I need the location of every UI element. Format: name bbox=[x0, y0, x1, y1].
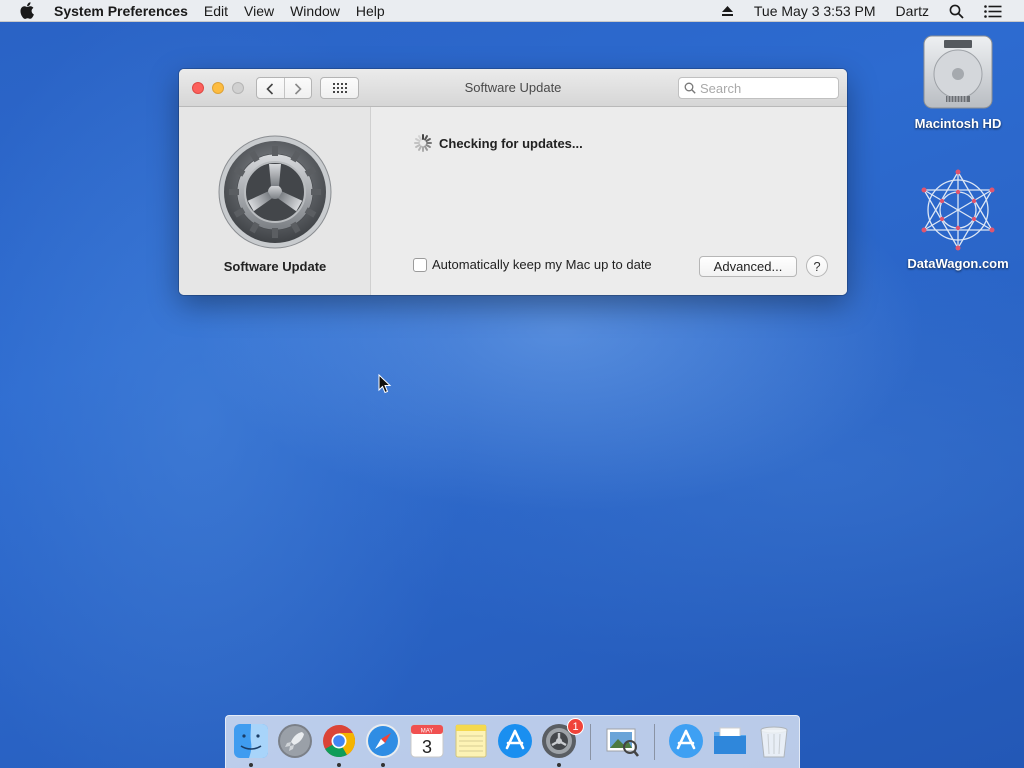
menu-edit[interactable]: Edit bbox=[196, 0, 236, 22]
window-close-button[interactable] bbox=[192, 82, 204, 94]
running-indicator bbox=[337, 763, 341, 767]
menubar-user[interactable]: Dartz bbox=[886, 0, 939, 22]
notification-badge: 1 bbox=[567, 718, 584, 735]
dock-item-documents[interactable] bbox=[711, 722, 749, 760]
forward-button[interactable] bbox=[283, 78, 311, 98]
menu-bar: System Preferences Edit View Window Help… bbox=[0, 0, 1024, 22]
software-update-window: Software Update Search Software Update C… bbox=[179, 69, 847, 295]
auto-update-checkbox[interactable] bbox=[413, 257, 427, 272]
menu-help[interactable]: Help bbox=[348, 0, 393, 22]
show-all-button[interactable] bbox=[320, 77, 359, 99]
running-indicator bbox=[249, 763, 253, 767]
auto-update-row: Automatically keep my Mac up to date bbox=[413, 257, 652, 272]
dock-item-safari[interactable] bbox=[364, 722, 402, 767]
trash-icon bbox=[760, 726, 788, 758]
dock: MAY 3 1 bbox=[225, 715, 800, 768]
mouse-cursor-icon bbox=[378, 374, 392, 394]
grid-icon bbox=[332, 83, 347, 93]
dock-item-applications[interactable] bbox=[667, 722, 705, 760]
running-indicator bbox=[381, 763, 385, 767]
apple-menu-icon[interactable] bbox=[0, 0, 54, 22]
pane-content: Checking for updates... Automatically ke… bbox=[371, 107, 847, 295]
dock-item-notes[interactable] bbox=[452, 722, 490, 760]
dock-item-calendar[interactable]: MAY 3 bbox=[408, 722, 446, 760]
search-icon bbox=[684, 82, 696, 94]
spinner-icon bbox=[414, 134, 432, 152]
dock-item-app-store[interactable] bbox=[496, 722, 534, 760]
calendar-icon: MAY 3 bbox=[410, 724, 444, 758]
app-store-icon bbox=[498, 724, 532, 758]
search-field[interactable] bbox=[678, 77, 839, 99]
finder-icon bbox=[234, 724, 268, 758]
dock-separator bbox=[590, 724, 591, 760]
hard-drive-icon bbox=[923, 35, 993, 109]
software-update-gear-icon bbox=[218, 135, 332, 249]
documents-folder-icon bbox=[714, 727, 746, 754]
dock-item-preview[interactable] bbox=[603, 722, 641, 760]
calendar-day: 3 bbox=[422, 737, 432, 757]
datawagon-logo-icon bbox=[921, 169, 995, 251]
desktop-icon-macintosh-hd[interactable]: Macintosh HD bbox=[903, 32, 1013, 131]
window-minimize-button[interactable] bbox=[212, 82, 224, 94]
menu-app-name[interactable]: System Preferences bbox=[54, 0, 196, 22]
desktop-icon-label: Macintosh HD bbox=[914, 116, 1002, 131]
preview-icon bbox=[606, 728, 640, 757]
dock-item-chrome[interactable] bbox=[320, 722, 358, 767]
advanced-button[interactable]: Advanced... bbox=[699, 256, 797, 277]
notes-icon bbox=[455, 724, 487, 758]
dock-item-trash[interactable] bbox=[755, 722, 793, 760]
applications-folder-icon bbox=[669, 724, 703, 758]
chevron-left-icon bbox=[266, 83, 274, 95]
menu-window[interactable]: Window bbox=[282, 0, 348, 22]
pane-sidebar: Software Update bbox=[179, 107, 371, 295]
desktop-icon-datawagon[interactable]: DataWagon.com bbox=[903, 168, 1013, 271]
menubar-clock[interactable]: Tue May 3 3:53 PM bbox=[744, 0, 886, 22]
chevron-right-icon bbox=[294, 83, 302, 95]
running-indicator bbox=[557, 763, 561, 767]
chrome-icon bbox=[323, 725, 356, 758]
dock-item-system-preferences[interactable]: 1 bbox=[540, 718, 584, 767]
menu-view[interactable]: View bbox=[236, 0, 282, 22]
dock-item-launchpad[interactable] bbox=[276, 722, 314, 760]
dock-item-finder[interactable] bbox=[232, 722, 270, 767]
window-titlebar[interactable]: Software Update bbox=[179, 69, 847, 107]
safari-icon bbox=[366, 724, 400, 758]
spotlight-search-icon[interactable] bbox=[939, 0, 974, 22]
calendar-month: MAY bbox=[421, 729, 434, 735]
help-button[interactable]: ? bbox=[806, 255, 828, 277]
pane-label: Software Update bbox=[223, 259, 327, 274]
dock-separator bbox=[654, 724, 655, 760]
auto-update-label[interactable]: Automatically keep my Mac up to date bbox=[432, 257, 652, 272]
eject-icon[interactable] bbox=[711, 0, 744, 22]
update-status: Checking for updates... bbox=[413, 133, 583, 153]
nav-buttons bbox=[256, 77, 312, 99]
back-button[interactable] bbox=[257, 78, 284, 98]
window-zoom-button[interactable] bbox=[232, 82, 244, 94]
notification-center-icon[interactable] bbox=[974, 0, 1012, 22]
launchpad-icon bbox=[278, 724, 312, 758]
status-text: Checking for updates... bbox=[439, 135, 583, 151]
search-input[interactable] bbox=[700, 80, 830, 96]
desktop-icon-label: DataWagon.com bbox=[907, 256, 1009, 271]
